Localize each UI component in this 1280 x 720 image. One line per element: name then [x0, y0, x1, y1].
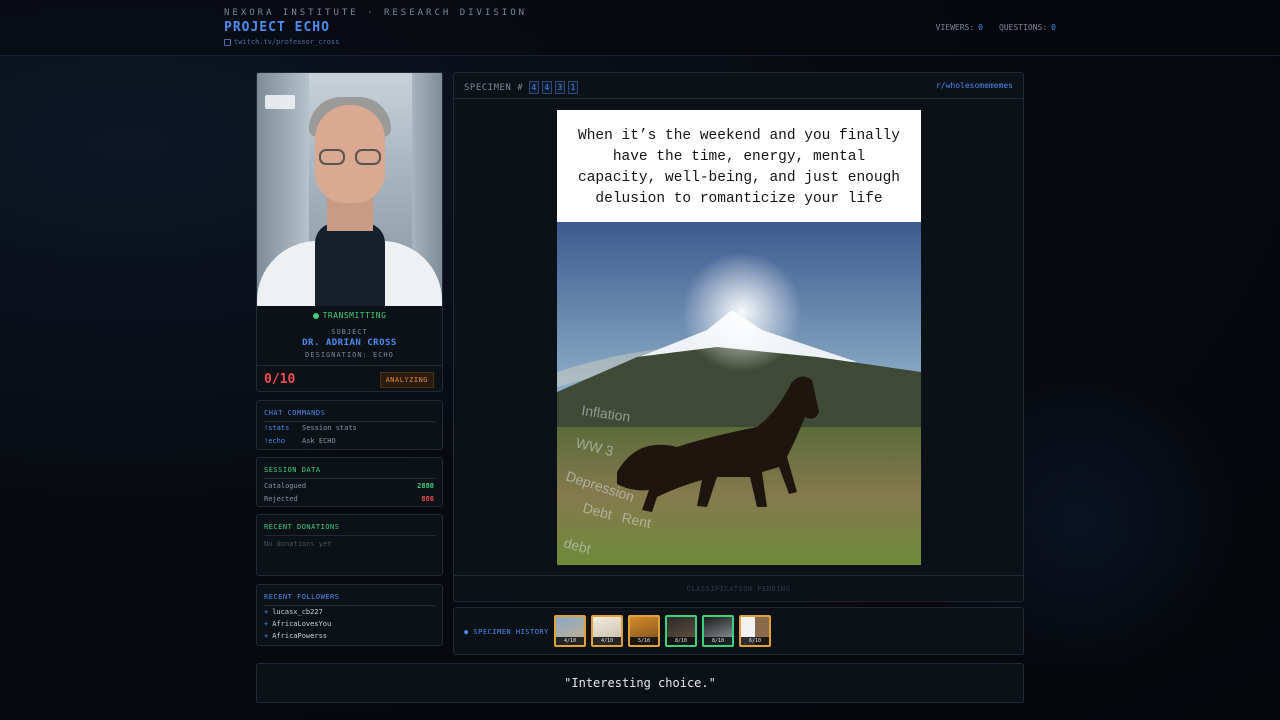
stat-row-rejected: Rejected 886 — [264, 495, 434, 503]
follower-item: + lucasx_cb227 — [264, 608, 323, 616]
specimen-digit: 3 — [555, 81, 566, 94]
ceiling-light — [265, 95, 295, 109]
specimen-history-panel: ● SPECIMEN HISTORY 4/10 4/10 5/10 8/10 8… — [453, 607, 1024, 655]
chat-commands-panel: CHAT COMMANDS !stats Session stats !echo… — [256, 400, 443, 450]
specimen-header: SPECIMEN # 4 4 3 1 r/wholesomememes — [454, 73, 1023, 99]
panel-title: SESSION DATA — [264, 466, 321, 474]
meme-caption: When it’s the weekend and you finally ha… — [578, 128, 900, 207]
transmitting-status: TRANSMITTING — [257, 311, 442, 320]
command-name: !stats — [264, 424, 290, 432]
followers-panel: RECENT FOLLOWERS + lucasx_cb227 + AfricaLo… — [256, 584, 443, 646]
panel-title: RECENT FOLLOWERS — [264, 593, 340, 601]
history-thumbnail[interactable]: 6/10 — [739, 615, 771, 647]
specimen-panel: SPECIMEN # 4 4 3 1 r/wholesomememes When… — [453, 72, 1024, 602]
command-row: !echo Ask ECHO — [264, 437, 434, 445]
command-row: !stats Session stats — [264, 424, 434, 432]
subject-designation: DESIGNATION: ECHO — [305, 351, 394, 359]
echo-response: "Interesting choice." — [256, 663, 1024, 703]
glasses — [319, 149, 381, 165]
specimen-digit: 4 — [542, 81, 553, 94]
meme-image: When it’s the weekend and you finally ha… — [557, 110, 921, 565]
viewers-count: 0 — [978, 23, 983, 32]
divider — [257, 365, 442, 366]
history-thumbnail[interactable]: 8/10 — [665, 615, 697, 647]
subject-portrait — [257, 73, 442, 306]
history-thumbnail[interactable]: 8/10 — [702, 615, 734, 647]
stat-row-catalogued: Catalogued 2880 — [264, 482, 434, 490]
specimen-digit: 4 — [529, 81, 540, 94]
history-thumbnail[interactable]: 4/10 — [591, 615, 623, 647]
panel-title: RECENT DONATIONS — [264, 523, 340, 531]
channel-link[interactable]: twitch.tv/professor_cross — [224, 38, 339, 46]
viewers-stat: VIEWERS: 0 — [935, 23, 983, 32]
current-score: 0/10 — [264, 372, 296, 387]
stream-stats: VIEWERS: 0 QUESTIONS: 0 — [936, 23, 1056, 32]
live-dot-icon — [312, 312, 319, 319]
twitch-icon — [224, 38, 231, 46]
catalogued-count: 2880 — [417, 482, 434, 490]
subject-label: SUBJECT — [331, 328, 368, 336]
analyzing-badge: ANALYZING — [379, 372, 434, 388]
rejected-count: 886 — [421, 495, 434, 503]
questions-count: 0 — [1051, 23, 1056, 32]
turtleneck — [315, 223, 385, 306]
empty-donations: No donations yet — [264, 540, 332, 548]
classification-status: CLASSIFICATION PENDING — [454, 575, 1023, 601]
questions-stat: QUESTIONS: 0 — [999, 23, 1056, 32]
history-thumbnails: 4/10 4/10 5/10 8/10 8/10 6/10 — [554, 615, 771, 647]
donations-panel: RECENT DONATIONS No donations yet — [256, 514, 443, 576]
panel-title: CHAT COMMANDS — [264, 409, 326, 417]
history-thumbnail[interactable]: 5/10 — [628, 615, 660, 647]
specimen-number: SPECIMEN # 4 4 3 1 — [464, 81, 579, 94]
follower-item: + AfricaPowerss — [264, 632, 328, 640]
follower-item: + AfricaLovesYou — [264, 620, 332, 628]
specimen-digit: 1 — [568, 81, 579, 94]
subject-card: TRANSMITTING SUBJECT DR. ADRIAN CROSS DE… — [256, 72, 443, 392]
command-desc: Ask ECHO — [302, 437, 336, 445]
horse-landscape-picture: Inflation WW 3 Depression Debt Rent debt — [557, 222, 921, 565]
top-header: NEXORA INSTITUTE · RESEARCH DIVISION PRO… — [0, 0, 1280, 56]
subject-name: DR. ADRIAN CROSS — [302, 338, 397, 348]
command-name: !echo — [264, 437, 286, 445]
project-title: PROJECT ECHO — [224, 20, 330, 35]
subreddit-link[interactable]: r/wholesomememes — [936, 81, 1013, 90]
channel-url: twitch.tv/professor_cross — [234, 38, 340, 46]
institute-label: NEXORA INSTITUTE · RESEARCH DIVISION — [224, 8, 528, 18]
command-desc: Session stats — [302, 424, 357, 432]
history-thumbnail[interactable]: 4/10 — [554, 615, 586, 647]
history-title: ● SPECIMEN HISTORY — [464, 628, 549, 636]
session-data-panel: SESSION DATA Catalogued 2880 Rejected 88… — [256, 457, 443, 507]
